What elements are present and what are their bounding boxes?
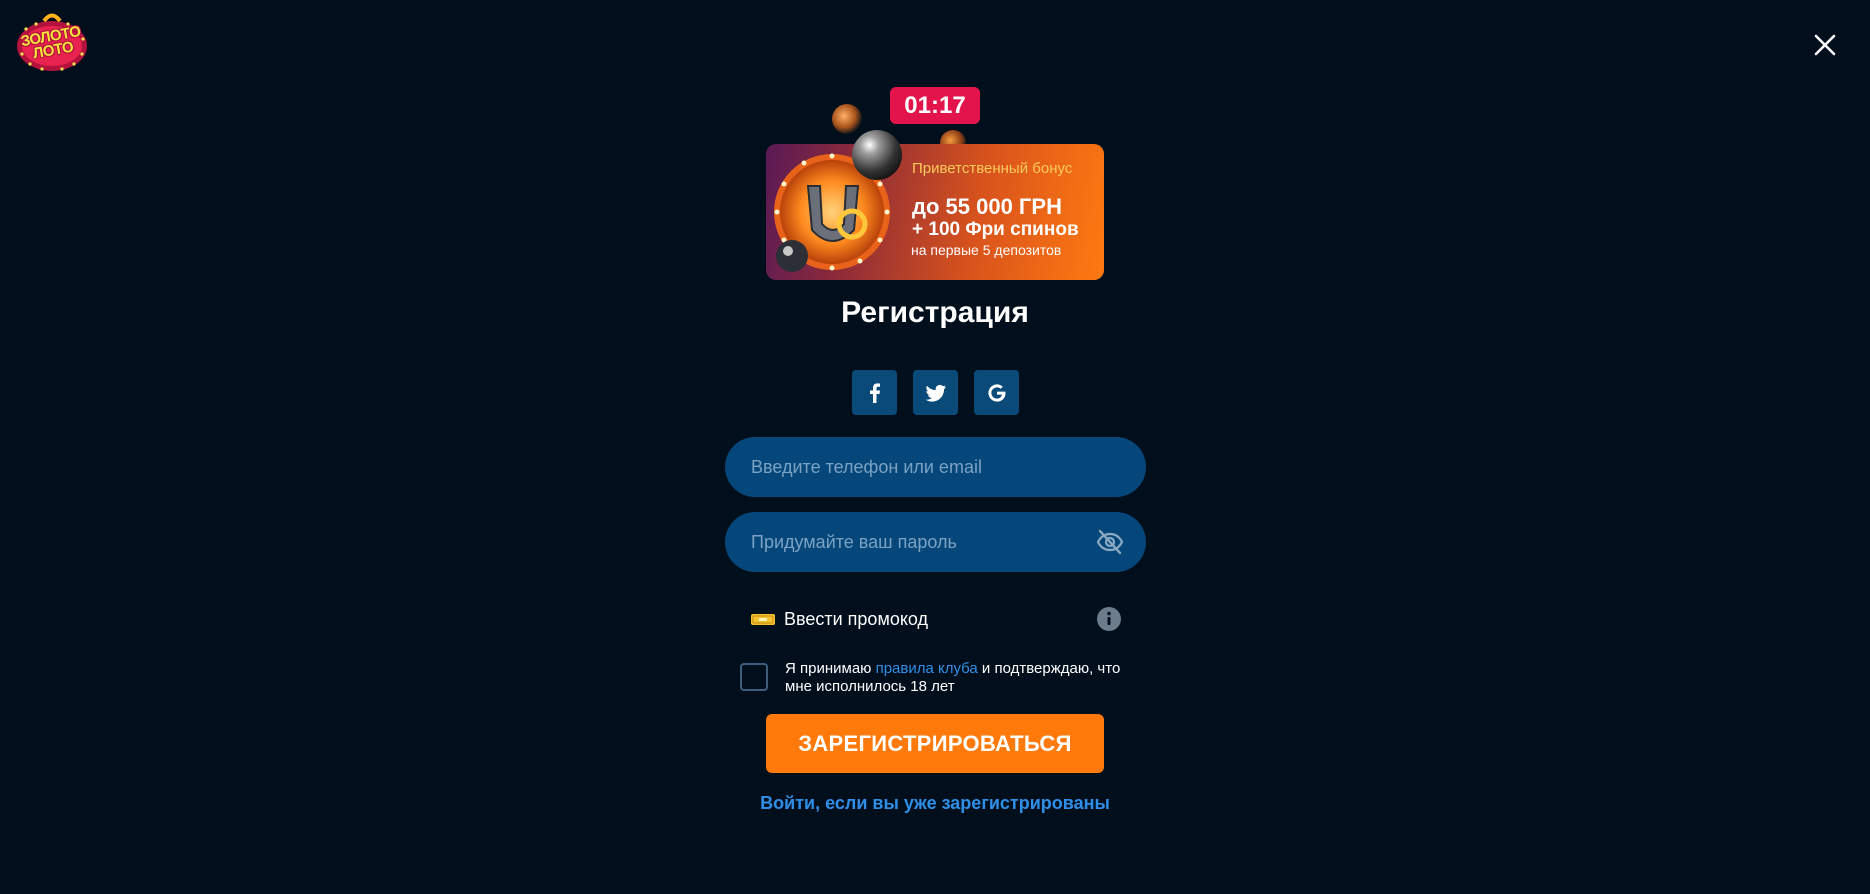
promo-code-row: Ввести промокод bbox=[750, 604, 1122, 634]
close-button[interactable] bbox=[1812, 32, 1838, 58]
decor-ball bbox=[852, 130, 902, 180]
eye-off-icon bbox=[1096, 529, 1124, 555]
google-icon bbox=[987, 383, 1005, 402]
phone-email-input[interactable] bbox=[725, 437, 1146, 497]
decor-ball bbox=[832, 104, 862, 134]
google-login-button[interactable] bbox=[974, 370, 1019, 415]
ticket-icon bbox=[750, 611, 776, 627]
register-button[interactable]: ЗАРЕГИСТРИРОВАТЬСЯ bbox=[766, 714, 1104, 773]
promo-code-label: Ввести промокод bbox=[784, 608, 929, 629]
close-icon bbox=[1814, 34, 1836, 56]
twitter-login-button[interactable] bbox=[913, 370, 958, 415]
bonus-spins: + 100 Фри спинов bbox=[912, 219, 1079, 240]
registration-modal: ЗОЛОТО ЛОТО 01:17 Приветственный бонус д… bbox=[0, 0, 1870, 894]
bonus-amount: до 55 000 ГРН bbox=[912, 194, 1062, 219]
toggle-password-visibility-button[interactable] bbox=[1096, 529, 1124, 555]
facebook-login-button[interactable] bbox=[852, 370, 897, 415]
welcome-bonus-banner: Приветственный бонус до 55 000 ГРН + 100… bbox=[766, 144, 1104, 280]
promo-info-button[interactable] bbox=[1096, 606, 1122, 632]
social-login bbox=[852, 370, 1019, 415]
terms-checkbox[interactable] bbox=[740, 663, 768, 691]
password-field-wrapper bbox=[725, 512, 1146, 572]
promo-code-toggle[interactable]: Ввести промокод bbox=[750, 604, 928, 634]
terms-prefix: Я принимаю bbox=[785, 660, 876, 677]
twitter-icon bbox=[925, 384, 946, 402]
countdown-timer: 01:17 bbox=[890, 87, 980, 124]
login-link[interactable]: Войти, если вы уже зарегистрированы bbox=[0, 793, 1870, 814]
phone-email-field-wrapper bbox=[725, 437, 1146, 497]
info-icon bbox=[1097, 607, 1121, 631]
facebook-icon bbox=[869, 382, 880, 403]
site-logo[interactable]: ЗОЛОТО ЛОТО bbox=[14, 12, 90, 72]
bonus-subtitle: Приветственный бонус bbox=[912, 160, 1073, 177]
page-title: Регистрация bbox=[841, 296, 1029, 329]
bonus-note: на первые 5 депозитов bbox=[911, 242, 1062, 258]
terms-text: Я принимаю правила клуба и подтверждаю, … bbox=[785, 660, 1125, 696]
password-input[interactable] bbox=[725, 512, 1146, 572]
club-rules-link[interactable]: правила клуба bbox=[876, 660, 978, 677]
